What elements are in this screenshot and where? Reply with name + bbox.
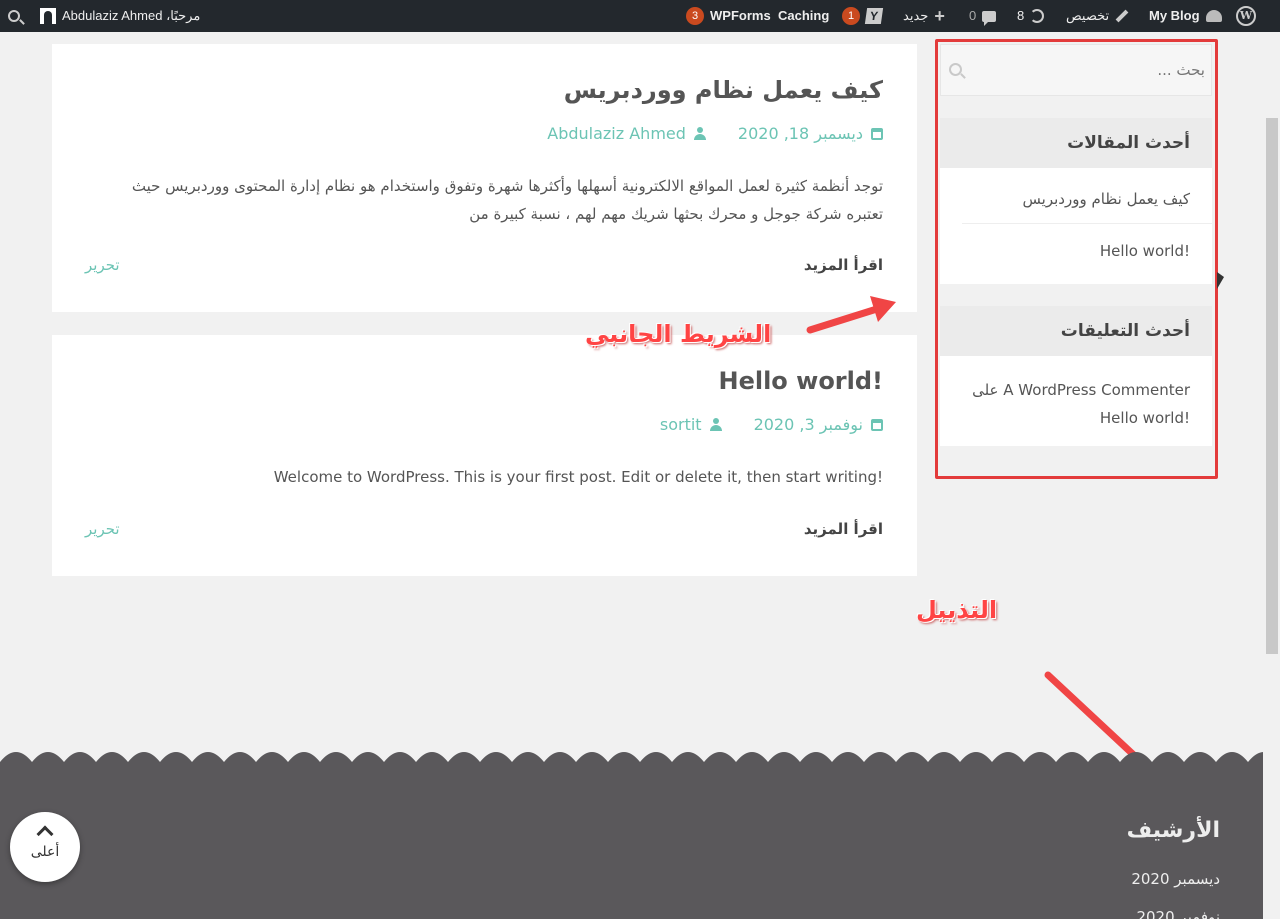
archive-link[interactable]: نوفمبر 2020 [1136,908,1220,919]
search-icon [8,10,20,22]
recent-comments-widget: أحدث التعليقات A WordPress Commenter على… [940,306,1212,446]
user-icon [693,126,706,141]
chevron-up-icon [36,825,54,843]
customize-menu[interactable]: تخصيص [1066,0,1129,32]
updates-count: 8 [1017,8,1025,23]
new-content-menu[interactable]: جديد + [903,0,945,32]
admin-search-button[interactable] [8,0,20,32]
plus-icon: + [934,6,945,26]
site-name: My Blog [1149,8,1200,23]
recent-post-link[interactable]: Hello world! [962,242,1212,260]
search-input[interactable] [981,45,1205,95]
post-card: Hello world! نوفمبر 3, 2020 sortit Welco… [52,335,917,576]
post-card: كيف يعمل نظام ووردبريس ديسمبر 18, 2020 A… [52,44,917,312]
calendar-icon [871,127,883,140]
yoast-count-badge: 1 [842,7,860,25]
read-more-link[interactable]: اقرأ المزيد [804,256,883,274]
my-account-menu[interactable]: مرحبًا، Abdulaziz Ahmed [40,0,200,32]
back-to-top-button[interactable]: أعلى [10,812,80,882]
footer-annotation-label: التذييل [916,596,998,624]
archive-link[interactable]: ديسمبر 2020 [1131,870,1220,888]
archive-widget-title: الأرشيف [1126,818,1220,843]
sidebar-annotation-label: الشريط الجانبي [585,320,772,348]
post-meta: ديسمبر 18, 2020 Abdulaziz Ahmed [547,124,883,143]
post-author[interactable]: sortit [660,415,722,434]
site-name-menu[interactable]: My Blog [1149,0,1222,32]
wpforms-label: WPForms [710,8,771,23]
widget-title: أحدث المقالات [940,118,1212,168]
new-label: جديد [903,8,929,23]
comments-menu[interactable]: 0 [969,0,997,32]
post-date[interactable]: ديسمبر 18, 2020 [738,124,883,143]
dashboard-icon [1205,10,1222,22]
yoast-seo-menu[interactable]: 1 Y [842,0,884,32]
user-icon [709,417,722,432]
sidebar-search [940,44,1212,96]
admin-bar: مرحبًا، Abdulaziz Ahmed 3 WPForms Cachin… [0,0,1280,32]
user-greeting: مرحبًا، Abdulaziz Ahmed [62,8,201,23]
yoast-icon: Y [864,8,884,24]
comment-post-link[interactable]: Hello world! [1100,409,1190,427]
wordpress-logo-icon: W [1236,6,1256,26]
refresh-icon [1030,9,1045,23]
post-author-text: Abdulaziz Ahmed [547,124,686,143]
post-title[interactable]: كيف يعمل نظام ووردبريس [564,76,883,104]
page-scrollbar[interactable] [1263,32,1280,919]
comment-on-word: على [972,381,999,399]
edit-post-link[interactable]: تحرير [85,256,120,274]
comments-count: 0 [969,8,977,23]
wp-logo-menu[interactable]: W [1236,0,1256,32]
recent-posts-widget: أحدث المقالات كيف يعمل نظام ووردبريس Hel… [940,118,1212,284]
post-date-text: ديسمبر 18, 2020 [737,124,863,143]
wpforms-menu[interactable]: 3 WPForms [686,0,771,32]
post-date-text: نوفمبر 3, 2020 [753,415,863,434]
wpforms-count-badge: 3 [686,7,704,25]
recent-post-link[interactable]: كيف يعمل نظام ووردبريس [962,190,1212,224]
calendar-icon [871,418,883,431]
mouse-cursor-icon [1217,272,1224,289]
post-date[interactable]: نوفمبر 3, 2020 [754,415,883,434]
post-meta: نوفمبر 3, 2020 sortit [660,415,883,434]
comment-icon [982,10,997,26]
avatar [40,8,56,24]
updates-menu[interactable]: 8 [1017,0,1045,32]
post-author-text: sortit [659,415,702,434]
read-more-link[interactable]: اقرأ المزيد [804,520,883,538]
post-excerpt: Welcome to WordPress. This is your first… [273,468,883,486]
post-author[interactable]: Abdulaziz Ahmed [547,124,706,143]
edit-post-link[interactable]: تحرير [85,520,120,538]
search-icon[interactable] [949,63,962,76]
customize-label: تخصيص [1066,8,1110,23]
scrollbar-thumb[interactable] [1266,118,1278,654]
comment-author-link[interactable]: A WordPress Commenter [1003,381,1190,399]
site-footer: الأرشيف ديسمبر 2020 نوفمبر 2020 [0,762,1280,919]
caching-label: Caching [778,8,830,23]
recent-comment-entry: A WordPress Commenter على Hello world! [942,376,1212,432]
widget-title: أحدث التعليقات [940,306,1212,356]
caching-menu[interactable]: Caching [778,0,829,32]
post-excerpt: توجد أنظمة كثيرة لعمل المواقع الالكتروني… [131,177,883,223]
brush-icon [1115,9,1129,23]
post-title[interactable]: Hello world! [718,367,883,395]
back-to-top-label: أعلى [30,844,60,860]
